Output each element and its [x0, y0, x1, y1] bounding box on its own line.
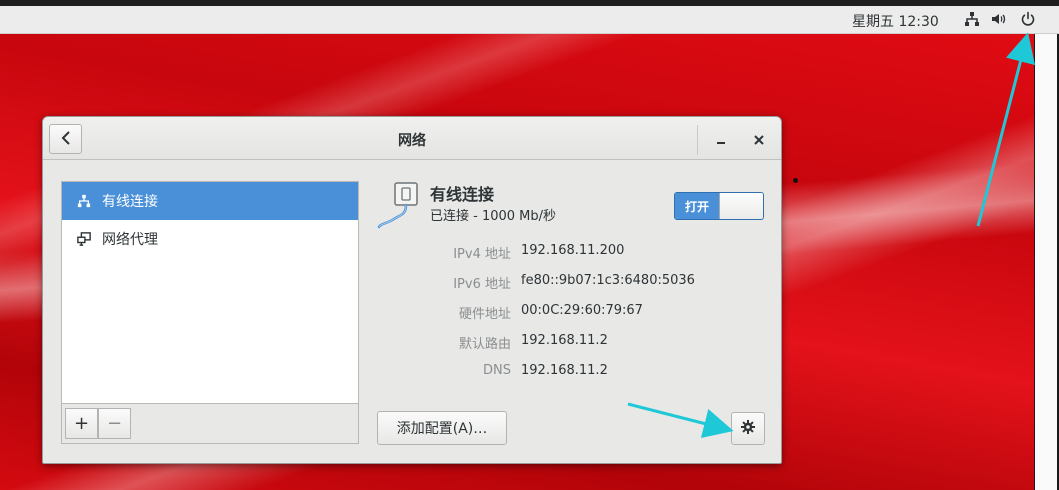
ipv6-label: IPv6 地址	[453, 277, 511, 292]
connection-name: 有线连接	[430, 185, 495, 204]
close-icon	[754, 130, 764, 149]
network-proxy-icon	[76, 231, 92, 247]
toggle-knob[interactable]	[719, 193, 763, 219]
titlebar-separator	[697, 125, 698, 155]
power-icon[interactable]	[1019, 10, 1037, 28]
device-list-toolbar: + −	[61, 403, 359, 444]
wired-network-icon	[76, 193, 92, 209]
gear-icon	[740, 419, 756, 439]
close-button[interactable]	[745, 125, 773, 153]
title-bar: 网络	[43, 117, 781, 160]
device-item-label: 有线连接	[102, 194, 158, 210]
ipv4-value: 192.168.11.200	[521, 243, 625, 258]
connection-settings-button[interactable]	[731, 412, 765, 445]
hardware-address-value: 00:0C:29:60:79:67	[521, 303, 643, 318]
add-profile-button[interactable]: 添加配置(A)…	[377, 411, 507, 445]
dns-label: DNS	[483, 363, 511, 378]
cursor-dot	[793, 178, 798, 183]
remove-device-button[interactable]: −	[98, 408, 131, 439]
connection-toggle[interactable]: 打开	[674, 192, 764, 220]
network-icon[interactable]	[963, 10, 981, 28]
desktop-edge	[1034, 34, 1059, 490]
wired-connection-icon	[377, 181, 427, 229]
device-item-proxy[interactable]: 网络代理	[62, 220, 358, 258]
toggle-on-label: 打开	[675, 193, 719, 219]
device-item-wired[interactable]: 有线连接	[62, 182, 358, 220]
device-item-label: 网络代理	[102, 232, 158, 248]
volume-icon[interactable]	[990, 10, 1008, 28]
network-settings-window: 网络 有线连接 网络代理 + − 有线连接 已连接 - 1000 Mb/秒 打开…	[42, 116, 782, 464]
connection-status: 已连接 - 1000 Mb/秒	[430, 209, 557, 224]
window-title: 网络	[398, 133, 426, 149]
add-device-button[interactable]: +	[65, 408, 98, 439]
clock[interactable]: 星期五 12:30	[852, 11, 939, 31]
ipv4-label: IPv4 地址	[453, 247, 511, 262]
default-route-label: 默认路由	[458, 337, 511, 352]
minimize-button[interactable]	[707, 125, 735, 153]
top-bar: 星期五 12:30	[0, 0, 1059, 34]
dns-value: 192.168.11.2	[521, 363, 608, 378]
ipv6-value: fe80::9b07:1c3:6480:5036	[521, 273, 695, 288]
device-list: 有线连接 网络代理	[61, 181, 359, 403]
default-route-value: 192.168.11.2	[521, 333, 608, 348]
minimize-icon	[716, 130, 726, 149]
hardware-address-label: 硬件地址	[458, 307, 511, 322]
